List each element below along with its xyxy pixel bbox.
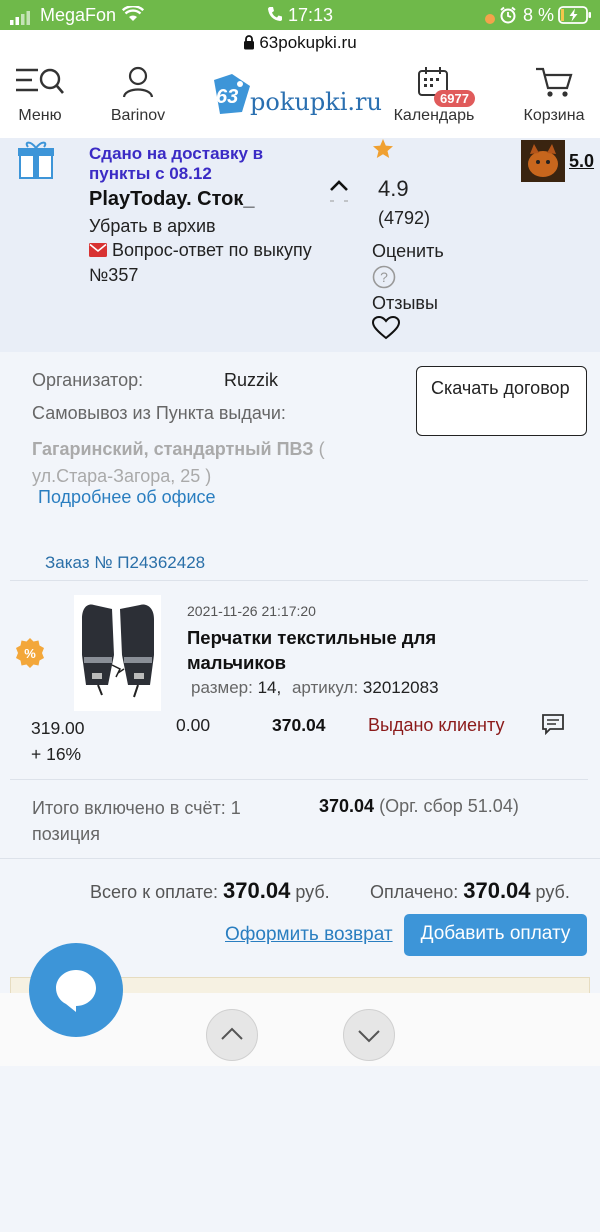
- low-power-dot-icon: [484, 9, 496, 30]
- purchase-title[interactable]: PlayToday. Сток_: [89, 188, 255, 211]
- size-label: размер:: [191, 678, 253, 697]
- cart-button[interactable]: Корзина: [514, 66, 594, 125]
- article-label: артикул:: [291, 678, 359, 697]
- archive-link[interactable]: Убрать в архив: [89, 216, 216, 237]
- battery-icon: [558, 6, 592, 29]
- svg-text:?: ?: [380, 269, 388, 285]
- item-price: 319.00 + 16%: [31, 715, 85, 767]
- qa-link[interactable]: Вопрос-ответ по выкупу: [89, 240, 312, 262]
- paid-value: 370.04: [463, 878, 531, 903]
- comment-icon[interactable]: [541, 713, 565, 740]
- scroll-up-button[interactable]: [206, 1009, 258, 1061]
- order-details-panel: Организатор: Ruzzik Скачать договор Само…: [0, 352, 600, 1232]
- battery-percent: 8 %: [523, 5, 555, 25]
- product-image[interactable]: [74, 595, 161, 711]
- paid-currency: руб.: [535, 882, 570, 902]
- cart-icon: [534, 67, 574, 102]
- calendar-badge: 6977: [434, 90, 475, 107]
- paid-label: Оплачено:: [370, 882, 459, 902]
- menu-label: Меню: [18, 107, 62, 124]
- divider: [0, 858, 600, 859]
- add-payment-button[interactable]: Добавить оплату: [404, 914, 587, 956]
- paid: Оплачено: 370.04 руб.: [370, 878, 570, 904]
- logo-number: 63: [216, 86, 239, 108]
- collapse-chevron-icon[interactable]: [328, 178, 350, 209]
- status-bar: MegaFon 17:13 8 %: [0, 0, 600, 30]
- star-icon: [372, 138, 394, 165]
- gift-icon: [16, 140, 56, 185]
- chevron-down-icon: [357, 1027, 381, 1050]
- calendar-label: Календарь: [393, 107, 475, 124]
- cart-label: Корзина: [523, 107, 585, 124]
- item-status: Выдано клиенту: [368, 715, 505, 735]
- mail-icon: [89, 241, 107, 262]
- site-logo[interactable]: 63 pokupki.ru: [210, 70, 382, 120]
- order-number[interactable]: Заказ № П24362428: [45, 553, 205, 573]
- to-pay-value: 370.04: [223, 878, 291, 903]
- rating-count: (4792): [378, 208, 431, 228]
- to-pay-label: Всего к оплате:: [90, 882, 219, 902]
- site-header: Меню Barinov 63 pokupki.ru 6977 Календар…: [0, 58, 600, 139]
- heart-icon[interactable]: [371, 315, 401, 345]
- return-link[interactable]: Оформить возврат: [225, 924, 393, 946]
- item-attributes: размер: 14, артикул: 32012083: [191, 678, 439, 698]
- rate-link[interactable]: Оценить: [372, 241, 444, 262]
- calendar-button[interactable]: 6977 Календарь: [388, 66, 480, 125]
- chat-icon: [53, 967, 99, 1018]
- user-label: Barinov: [110, 107, 166, 124]
- organizer-avatar[interactable]: [521, 140, 565, 182]
- help-icon[interactable]: ?: [372, 265, 396, 294]
- user-button[interactable]: Barinov: [104, 66, 172, 125]
- item-total: 370.04: [272, 715, 326, 735]
- qa-label: Вопрос-ответ по выкупу: [112, 240, 312, 260]
- rating-value: 4.9: [378, 176, 409, 201]
- to-pay: Всего к оплате: 370.04 руб.: [90, 878, 330, 904]
- wifi-icon: [121, 5, 145, 27]
- pickup-label: Самовывоз из Пункта выдачи:: [32, 403, 286, 423]
- summary-totals: 370.04 (Орг. сбор 51.04): [319, 796, 519, 817]
- item-delivery-cost: 0.00: [176, 715, 211, 735]
- menu-search-icon: [14, 68, 66, 102]
- pickup-point-name: Гагаринский, стандартный ПВЗ: [32, 439, 314, 459]
- url-text: 63pokupki.ru: [259, 33, 357, 52]
- url-bar[interactable]: 63pokupki.ru: [0, 30, 600, 58]
- carrier-label: MegaFon: [40, 5, 117, 25]
- summary-total: 370.04: [319, 796, 375, 816]
- item-datetime: 2021-11-26 21:17:20: [187, 603, 316, 619]
- discount-badge-text: %: [24, 646, 36, 661]
- office-details-link[interactable]: Подробнее об офисе: [38, 487, 216, 508]
- phone-icon: [267, 6, 283, 27]
- discount-badge-icon: %: [14, 637, 46, 674]
- scroll-down-button[interactable]: [343, 1009, 395, 1061]
- summary-label: Итого включено в счёт: 1 позиция: [32, 798, 241, 844]
- delivery-status: Сдано на доставку в пункты с 08.12: [89, 144, 264, 183]
- article-value: 32012083: [362, 678, 439, 697]
- alarm-icon: [499, 6, 517, 29]
- logo-text: pokupki.ru: [250, 88, 382, 116]
- purchase-number: №357: [89, 265, 139, 285]
- item-title[interactable]: Перчатки текстильные для мальчиков: [187, 625, 487, 675]
- order-item-card: % 2021-11-26 21:17:20 Перчатки текстильн…: [10, 580, 588, 780]
- clock-time: 17:13: [288, 5, 334, 25]
- download-contract-button[interactable]: Скачать договор: [416, 366, 587, 436]
- to-pay-currency: руб.: [295, 882, 330, 902]
- chevron-up-icon: [220, 1025, 244, 1048]
- chat-button[interactable]: [29, 943, 123, 1037]
- lock-icon: [243, 32, 255, 58]
- price-value: 319.00: [31, 718, 85, 738]
- user-icon: [121, 66, 155, 102]
- purchase-panel: Сдано на доставку в пункты с 08.12 PlayT…: [0, 138, 600, 352]
- summary-fee: (Орг. сбор 51.04): [379, 796, 519, 816]
- organizer-rating[interactable]: 5.0: [569, 151, 594, 172]
- organizer-label: Организатор:: [32, 370, 144, 390]
- price-percent: + 16%: [31, 744, 82, 764]
- size-value: 14,: [257, 678, 282, 697]
- signal-icon: [10, 9, 32, 30]
- reviews-link[interactable]: Отзывы: [372, 293, 438, 314]
- organizer-name[interactable]: Ruzzik: [224, 370, 278, 391]
- pickup-point: Гагаринский, стандартный ПВЗ ( ул.Стара-…: [32, 436, 372, 490]
- menu-button[interactable]: Меню: [12, 66, 68, 125]
